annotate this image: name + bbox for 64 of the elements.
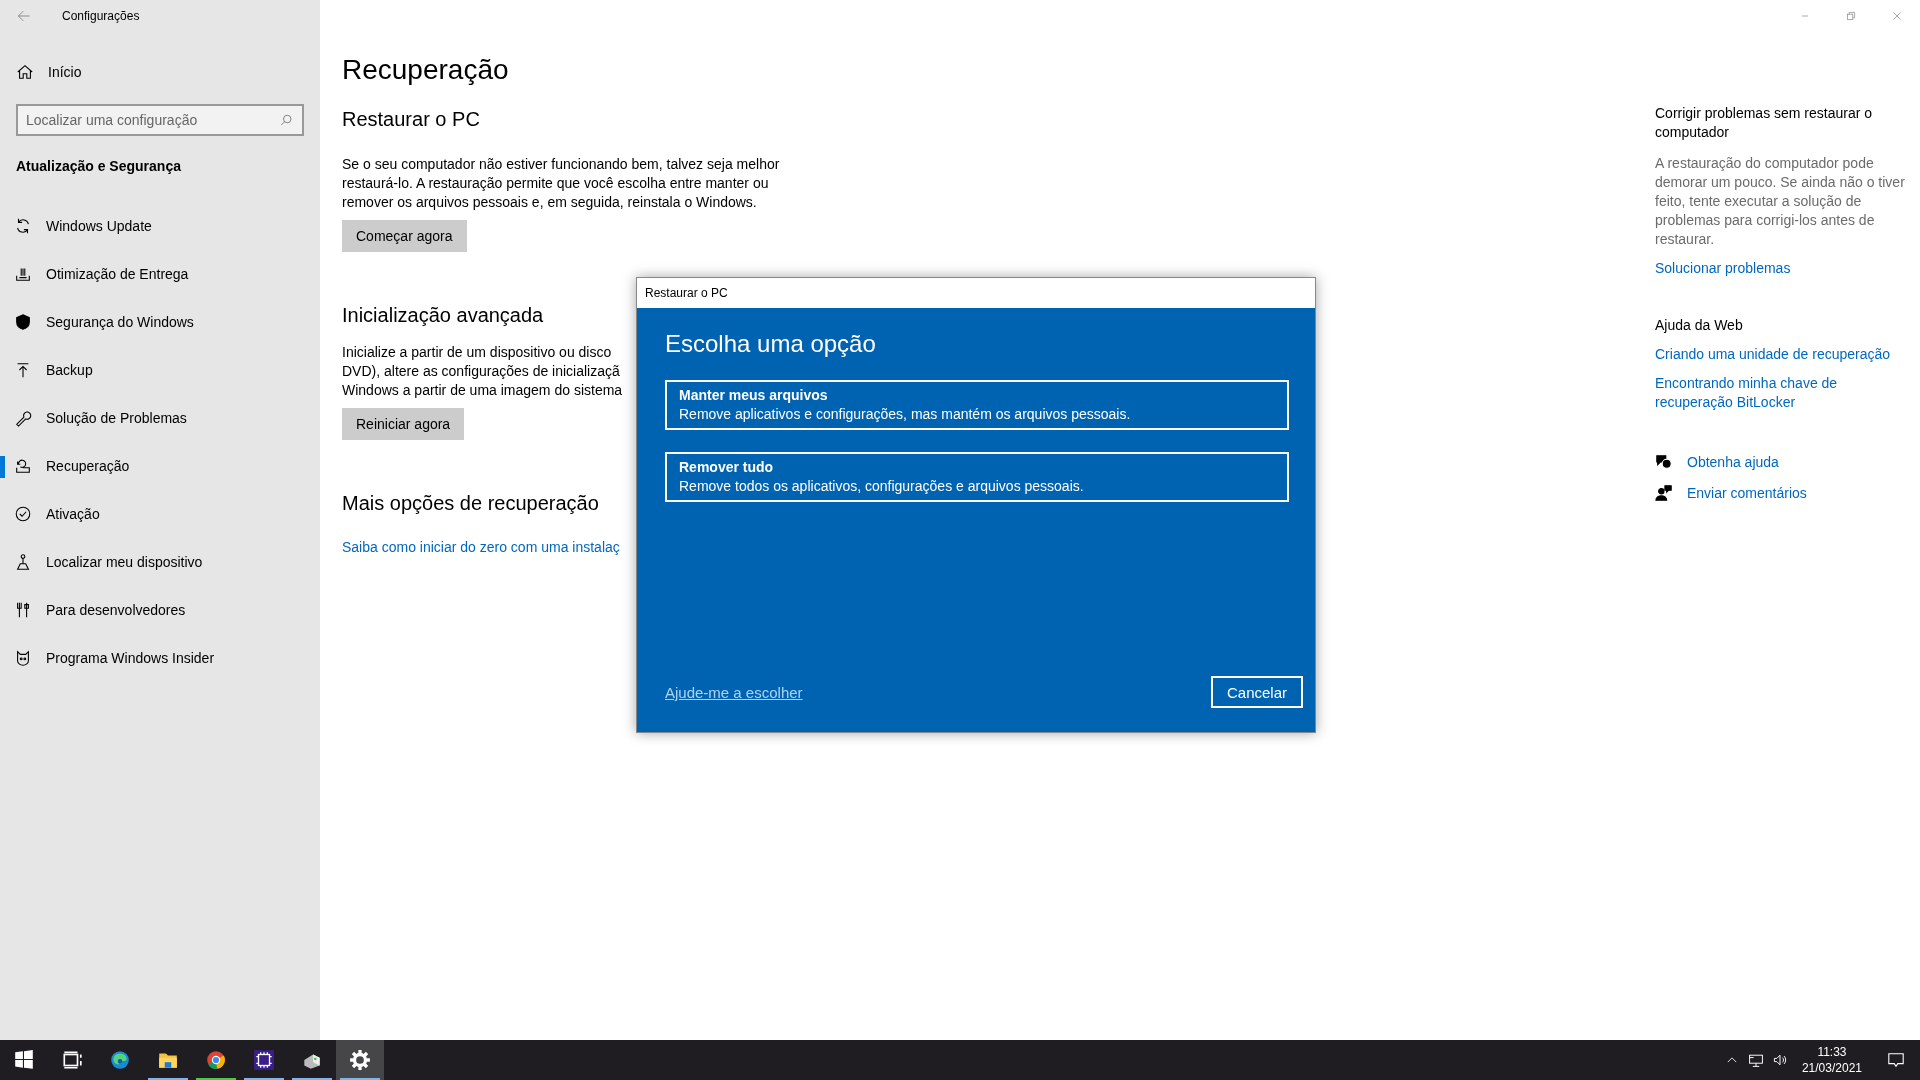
page-title: Recuperação xyxy=(342,54,510,86)
home-nav-item[interactable]: Início xyxy=(0,52,320,92)
windows-logo-icon xyxy=(13,1049,35,1071)
time-text: 11:33 xyxy=(1816,1044,1848,1060)
sidebar-item[interactable]: Localizar meu dispositivo xyxy=(0,538,320,586)
link[interactable]: Obtenha ajuda xyxy=(1687,453,1779,470)
recovery-icon xyxy=(14,457,32,475)
sidebar-item[interactable]: Solução de Problemas xyxy=(0,394,320,442)
clock[interactable]: 11:33 21/03/2021 xyxy=(1791,1044,1872,1076)
section-heading: Atualização e Segurança xyxy=(16,158,182,174)
speaker-icon xyxy=(1771,1052,1788,1068)
link[interactable]: Encontrando minha chave de recuperação BitLocker xyxy=(1655,374,1905,412)
speech-bubble-icon xyxy=(1887,1051,1905,1069)
option-button[interactable]: Manter meus arquivos Remove aplicativos e configurações, mas mantém os arquivos pessoais. xyxy=(665,380,1289,430)
home-icon xyxy=(16,63,34,81)
dialog-heading: Escolha uma opção xyxy=(665,330,877,358)
shield-icon xyxy=(14,313,32,331)
window-title: Configurações xyxy=(62,9,140,23)
sidebar-item[interactable]: Para desenvolvedores xyxy=(0,586,320,634)
chrome-browser-icon xyxy=(205,1049,227,1071)
dialog-title: Restaurar o PC xyxy=(637,278,1315,308)
sidebar-item[interactable]: Recuperação xyxy=(0,442,320,490)
person-pin-icon xyxy=(14,553,32,571)
feedback-person-icon xyxy=(1655,483,1673,502)
search-field[interactable]: Localizar uma configuração xyxy=(16,104,304,136)
sidebar-item[interactable]: Programa Windows Insider xyxy=(0,634,320,682)
section-heading: Restaurar o PC xyxy=(342,108,480,131)
restore-icon xyxy=(1845,10,1857,22)
task-view-icon xyxy=(61,1049,83,1071)
cat-face-icon xyxy=(14,649,32,667)
help-link[interactable]: Ajude-me a escolher xyxy=(665,683,803,701)
action-button[interactable]: Reiniciar agora xyxy=(342,408,465,440)
search-icon xyxy=(279,113,294,128)
close-icon xyxy=(1891,10,1903,22)
section-heading: Inicialização avançada xyxy=(342,304,544,327)
help-chat-icon xyxy=(1655,452,1673,471)
sync-icon xyxy=(14,217,32,235)
sidebar-item[interactable]: Windows Update xyxy=(0,202,320,250)
sidebar-item[interactable]: Ativação xyxy=(0,490,320,538)
taskbar-button[interactable] xyxy=(336,1040,384,1080)
aside-heading: Ajuda da Web xyxy=(1655,316,1744,335)
check-circle-icon xyxy=(14,505,32,523)
wrench-icon xyxy=(14,409,32,427)
section-description: Se o seu computador não estiver funcionando bem, talvez seja melhor restaurá-lo. A restauração permite que você escolha entre manter ou remover os arquivos pessoais e, em seguida, reinstala o Windows. xyxy=(342,155,780,212)
sidebar-item[interactable]: Backup xyxy=(0,346,320,394)
sidebar-item[interactable]: Otimização de Entrega xyxy=(0,250,320,298)
section-description: Inicialize a partir de um dispositivo ou disco DVD), altere as configurações de inicializaçã Windows a partir de uma imagem do sistema xyxy=(342,343,623,400)
link[interactable]: Solucionar problemas xyxy=(1655,259,1905,278)
option-button[interactable]: Remover tudo Remove todos os aplicativos, configurações e arquivos pessoais. xyxy=(665,452,1289,502)
aside-text: A restauração do computador pode demorar um pouco. Se ainda não o tiver feito, tente executar a solução de problemas para corrigi-los antes de restaurar. xyxy=(1655,154,1905,249)
edge-browser-icon xyxy=(109,1049,131,1071)
link[interactable]: Criando uma unidade de recuperação xyxy=(1655,345,1905,364)
action-button[interactable]: Começar agora xyxy=(342,220,467,252)
link[interactable]: Enviar comentários xyxy=(1687,484,1807,501)
link[interactable]: Saiba como iniciar do zero com uma instalaç xyxy=(342,539,620,555)
network-icon xyxy=(1747,1052,1764,1068)
date-text: 21/03/2021 xyxy=(1801,1060,1862,1076)
aside-heading: Corrigir problemas sem restaurar o computador xyxy=(1655,104,1874,142)
gear-icon xyxy=(349,1049,371,1071)
chip-icon xyxy=(253,1049,275,1071)
cancel-button[interactable]: Cancelar xyxy=(1210,676,1303,708)
tools-icon xyxy=(14,601,32,619)
sidebar-item[interactable]: Segurança do Windows xyxy=(0,298,320,346)
section-heading: Mais opções de recuperação xyxy=(342,492,599,515)
